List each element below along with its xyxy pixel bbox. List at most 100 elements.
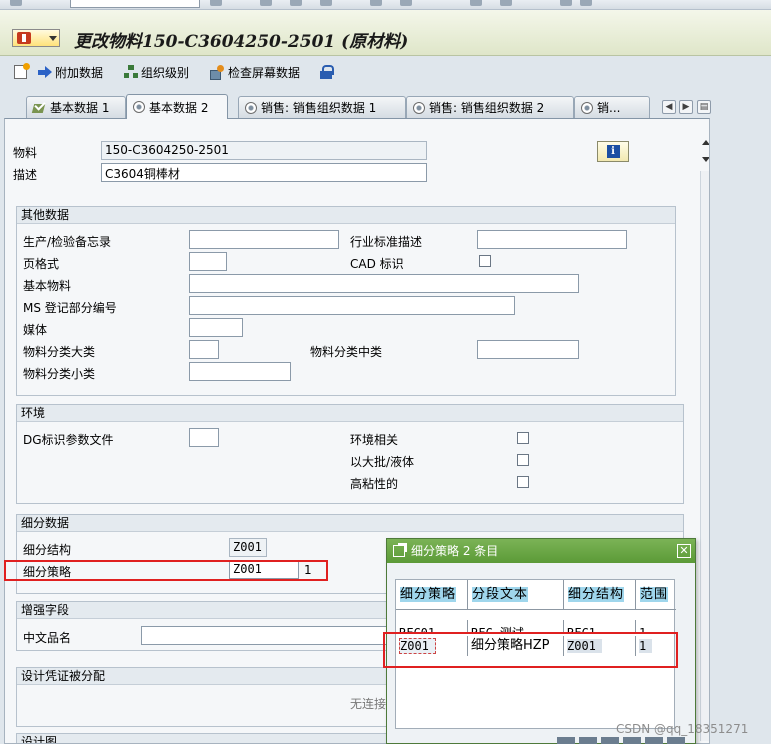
find-icon[interactable] (400, 0, 412, 6)
medium-field[interactable] (189, 318, 243, 337)
seg-structure-field[interactable]: Z001 (229, 538, 267, 557)
highlight-strategy (4, 560, 328, 581)
group-environment: 环境 DG标识参数文件 环境相关 以大批/液体 高粘性的 (16, 404, 684, 504)
vertical-scrollbar[interactable] (699, 131, 709, 743)
tab-sales-org-2[interactable]: 销售: 销售组织数据 2 (406, 96, 574, 118)
lab-office-label: 生产/检验备忘录 (23, 235, 112, 249)
basic-material-field[interactable] (189, 274, 579, 293)
scrollbar-track[interactable] (700, 171, 709, 741)
material-label: 物料 (13, 146, 38, 160)
material-field[interactable]: 150-C3604250-2501 (101, 141, 427, 160)
popup-title: 细分策略 2 条目 (387, 539, 695, 563)
close-icon[interactable]: ✕ (677, 544, 691, 558)
application-toolbar: 附加数据 组织级别 检查屏幕数据 (0, 57, 771, 87)
command-field[interactable] (70, 0, 200, 8)
basic-material-label: 基本物料 (23, 279, 72, 293)
org-structure-icon (124, 65, 138, 79)
exit-icon[interactable] (290, 0, 302, 6)
last-page-icon[interactable] (500, 0, 512, 6)
info-icon: i (606, 145, 620, 158)
cad-indicator-checkbox[interactable] (479, 255, 491, 267)
org-levels-button[interactable]: 组织级别 (124, 63, 189, 81)
help-icon[interactable] (560, 0, 572, 6)
group-title: 细分数据 (17, 515, 683, 532)
cat-minor-field[interactable] (189, 362, 291, 381)
radio-icon (133, 101, 145, 113)
high-viscosity-label: 高粘性的 (350, 477, 399, 491)
col-header[interactable]: 细分策略 (396, 580, 468, 610)
bulk-liquid-label: 以大批/液体 (350, 455, 415, 469)
back-nav-icon[interactable] (260, 0, 272, 6)
description-label: 描述 (13, 168, 38, 182)
lab-office-field[interactable] (189, 230, 339, 249)
radio-icon (413, 101, 425, 114)
scroll-down-icon[interactable] (702, 157, 709, 162)
tab-scroll-right-icon[interactable]: ▶ (679, 100, 693, 114)
lock-button[interactable] (320, 63, 334, 81)
medium-label: 媒体 (23, 323, 48, 337)
description-field[interactable]: C3604铜棒材 (101, 163, 427, 182)
ms-book-part-field[interactable] (189, 296, 515, 315)
sap-menu-icon[interactable] (12, 29, 60, 47)
env-relevant-checkbox[interactable] (517, 432, 529, 444)
tab-sales-org-1[interactable]: 销售: 销售组织数据 1 (238, 96, 406, 118)
first-page-icon[interactable] (470, 0, 482, 6)
watermark: CSDN @qq_18351271 (616, 722, 749, 736)
new-entries-button[interactable] (14, 63, 30, 81)
scroll-up-icon[interactable] (702, 140, 709, 145)
back-icon[interactable] (10, 0, 22, 6)
industry-desc-label: 行业标准描述 (350, 235, 423, 249)
cat-middle-label: 物料分类中类 (310, 345, 383, 359)
check-screen-data-button[interactable]: 检查屏幕数据 (210, 63, 300, 81)
tab-scroll-left-icon[interactable]: ◀ (662, 100, 676, 114)
tab-list-icon[interactable]: ▤ (697, 100, 711, 114)
tab-basic-data-1[interactable]: 基本数据 1 (26, 96, 126, 118)
radio-icon (581, 101, 593, 114)
info-button[interactable]: i (597, 141, 629, 162)
industry-desc-field[interactable] (477, 230, 627, 249)
col-header[interactable]: 分段文本 (468, 580, 564, 610)
env-relevant-label: 环境相关 (350, 433, 399, 447)
cat-major-field[interactable] (189, 340, 219, 359)
popup-button-bar[interactable] (557, 737, 687, 744)
bulk-liquid-checkbox[interactable] (517, 454, 529, 466)
external-link-icon (393, 543, 407, 557)
group-title: 环境 (17, 405, 683, 422)
print-icon[interactable] (370, 0, 382, 6)
tab-sales-more[interactable]: 销... (574, 96, 650, 118)
group-other-data: 其他数据 生产/检验备忘录 行业标准描述 页格式 CAD 标识 基本物料 MS … (16, 206, 676, 396)
additional-data-button[interactable]: 附加数据 (38, 63, 103, 81)
cn-name-label: 中文品名 (23, 631, 72, 645)
high-viscosity-checkbox[interactable] (517, 476, 529, 488)
window-title: 更改物料150-C3604250-2501 (原材料) (74, 32, 409, 52)
cat-major-label: 物料分类大类 (23, 345, 96, 359)
page-format-label: 页格式 (23, 257, 60, 271)
no-link-text: 无连接 (350, 697, 387, 711)
dg-profile-field[interactable] (189, 428, 219, 447)
cn-name-field[interactable] (141, 626, 391, 645)
arrow-right-icon (38, 66, 52, 78)
save-icon[interactable] (210, 0, 222, 6)
col-header[interactable]: 范围 (636, 580, 676, 610)
dg-profile-label: DG标识参数文件 (23, 433, 114, 447)
page-format-field[interactable] (189, 252, 227, 271)
cad-indicator-label: CAD 标识 (350, 257, 404, 271)
cancel-icon[interactable] (320, 0, 332, 6)
check-icon (33, 101, 46, 114)
seg-structure-label: 细分结构 (23, 543, 72, 557)
title-bar: 更改物料150-C3604250-2501 (原材料) (0, 10, 771, 56)
group-title: 其他数据 (17, 207, 675, 224)
ms-book-part-label: MS 登记部分编号 (23, 301, 117, 315)
cat-middle-field[interactable] (477, 340, 579, 359)
lock-icon (320, 65, 334, 79)
cat-minor-label: 物料分类小类 (23, 367, 96, 381)
tab-basic-data-2[interactable]: 基本数据 2 (126, 94, 228, 119)
tab-strip: 基本数据 1 基本数据 2 销售: 销售组织数据 1 销售: 销售组织数据 2 … (0, 92, 771, 119)
col-header[interactable]: 细分结构 (564, 580, 636, 610)
layout-icon[interactable] (580, 0, 592, 6)
document-icon (14, 63, 30, 79)
system-toolbar (0, 0, 771, 10)
highlight-popup-row (383, 632, 678, 668)
check-screen-icon (210, 65, 225, 80)
radio-icon (245, 101, 257, 114)
